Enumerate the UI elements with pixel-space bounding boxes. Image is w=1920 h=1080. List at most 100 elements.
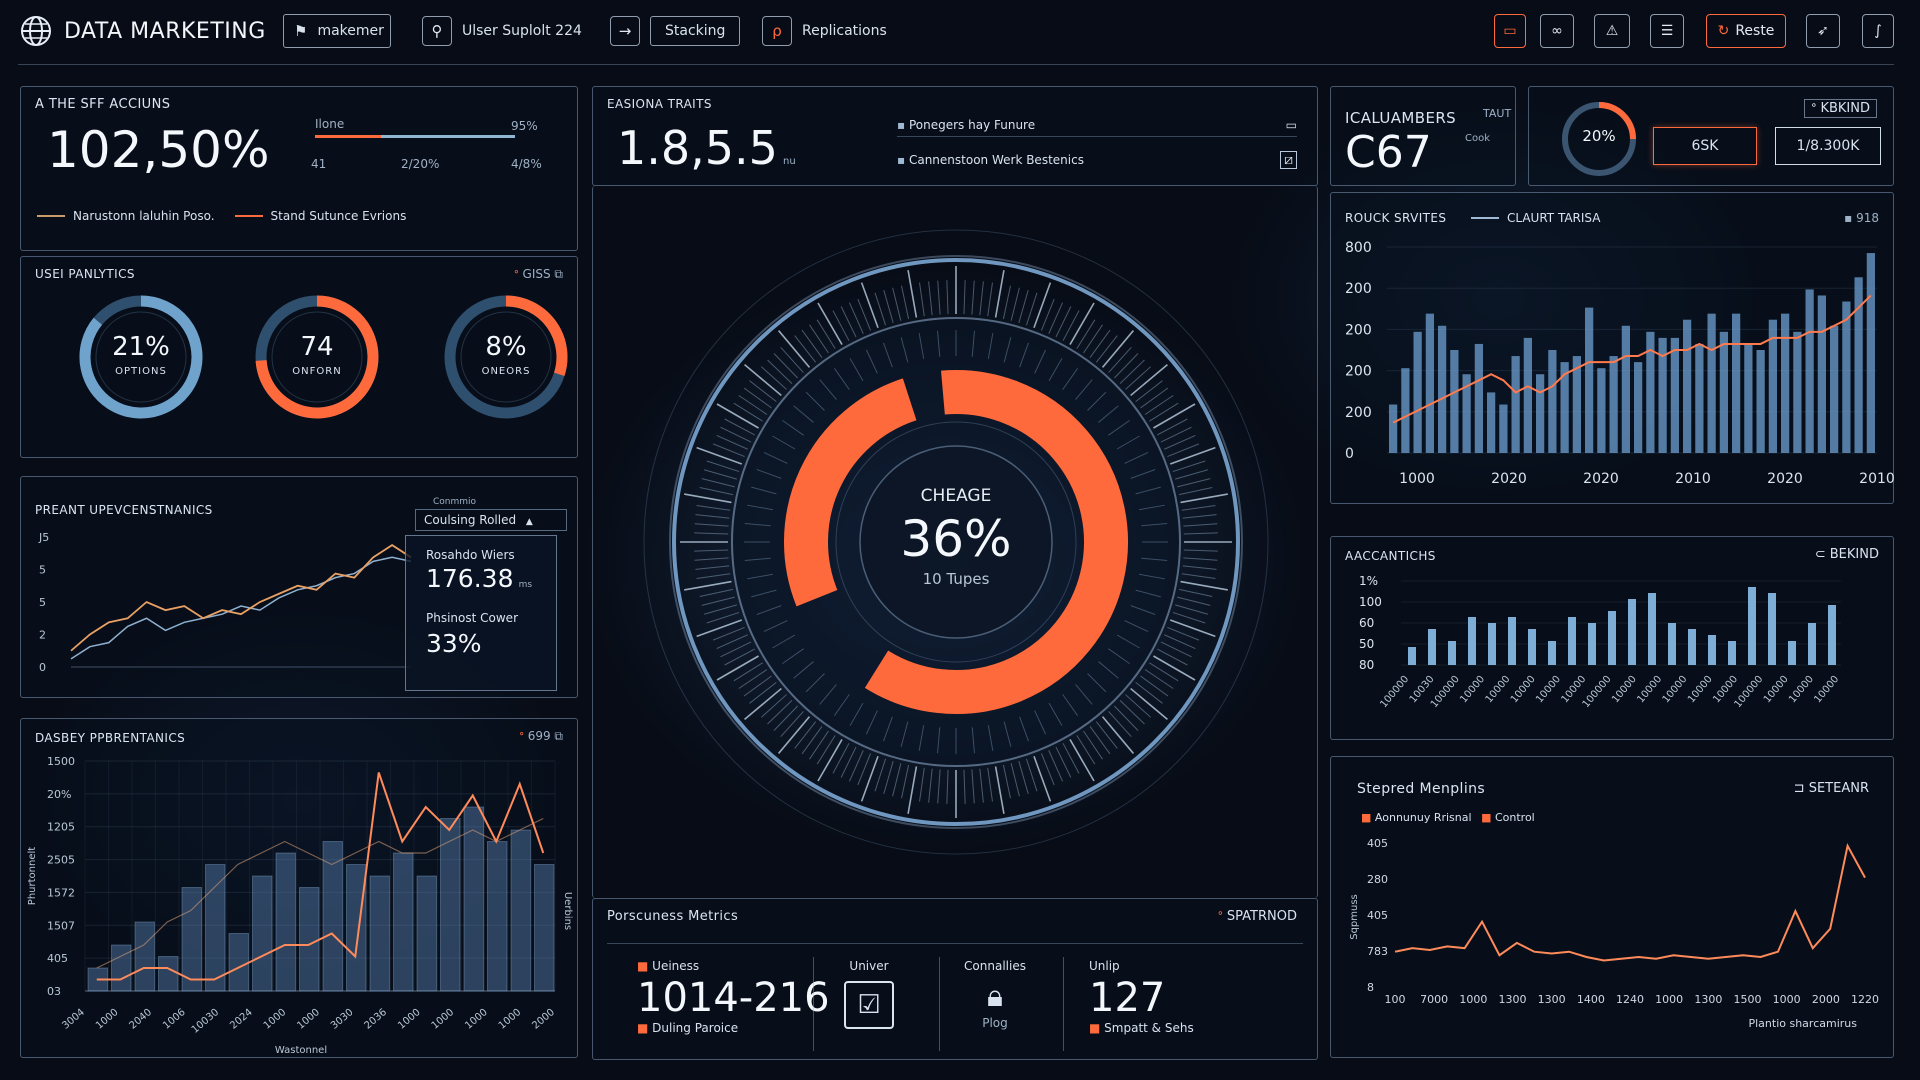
nav-item-user-support[interactable]: ⚲ Ulser Suplolt 224: [412, 14, 592, 48]
calumbers-panel: ICALUAMBERS TAUT C67 Cook: [1330, 86, 1516, 186]
tick-label: 10000: [1534, 674, 1563, 705]
gauge-tick: [901, 285, 910, 320]
bar: [228, 933, 249, 992]
list-item[interactable]: ▪ Cannenstoon Werk Bestenics ⧄: [897, 145, 1297, 175]
brand[interactable]: DATA MARKETING: [20, 15, 266, 47]
panel-header-right[interactable]: ⊐ SETEANR: [1794, 781, 1869, 796]
tick-label: 405: [1367, 909, 1388, 922]
gauge-tick: [874, 758, 887, 792]
gauge-tick: [1181, 573, 1216, 579]
ring-value: 21%: [112, 332, 170, 362]
gauge-tick: [1002, 285, 1011, 320]
gauge-tick: [720, 641, 752, 658]
gauge-tick: [892, 287, 902, 321]
gauge-tick: [1062, 310, 1080, 341]
bar: [1808, 623, 1816, 665]
tick-label: 2024: [228, 1007, 255, 1032]
gauge-tick: [724, 648, 755, 666]
metric-4: Unlip 127 ■ Smpatt & Sehs: [1089, 959, 1194, 1035]
send-icon[interactable]: ➶: [1806, 14, 1840, 48]
gauge-tick: [1108, 711, 1132, 738]
gauge-tick: [773, 353, 798, 379]
gauge-tick: [937, 769, 941, 804]
tick-label: 200: [1345, 322, 1372, 338]
panel-header-right[interactable]: ⊂ BEKIND: [1815, 547, 1879, 562]
bar: [1621, 325, 1630, 453]
gauge-tick: [1181, 505, 1216, 511]
edit-icon[interactable]: ⧄: [1280, 151, 1297, 169]
lock-icon[interactable]: 🔒︎: [945, 979, 1045, 1014]
tick-label: 200: [1345, 405, 1372, 421]
bar: [205, 864, 226, 992]
tick-label: 1400: [1577, 993, 1605, 1006]
summary-value: 176.38: [426, 564, 514, 593]
bar: [1866, 253, 1875, 453]
square-icon[interactable]: ▭: [1286, 118, 1297, 132]
nav-item-stacking[interactable]: → Stacking: [600, 14, 750, 48]
nav-label: makemer: [317, 23, 384, 39]
accantics-panel: AACCANTICHS ⊂ BEKIND 1% 100 60 50 80 100000 10…: [1330, 536, 1894, 740]
gauge-tick: [817, 302, 843, 345]
bar: [1389, 404, 1398, 453]
bar: [1768, 593, 1776, 665]
checklist-icon[interactable]: ☑: [844, 981, 894, 1029]
tick-label: J5: [38, 531, 49, 544]
gauge-tick: [684, 493, 732, 504]
bar: [393, 852, 414, 992]
bar: [1781, 313, 1790, 453]
tick-label: 2020: [1767, 471, 1803, 487]
gauge-tick: [919, 282, 925, 317]
report-icon[interactable]: ☰: [1650, 14, 1684, 48]
nav-item-makemer[interactable]: ⚑ makemer: [283, 14, 391, 48]
tick-label: 1000: [1459, 993, 1487, 1006]
bar-right-value: 95%: [511, 119, 538, 133]
summary-unit: ms: [518, 580, 533, 590]
list-item[interactable]: ▪ Ponegers hay Funure ▭: [897, 113, 1297, 137]
nav-label: Ulser Suplolt 224: [462, 23, 582, 39]
header-value: 918: [1856, 211, 1879, 225]
bar: [299, 887, 320, 992]
script-icon[interactable]: ∫: [1862, 14, 1894, 48]
gauge-tick: [809, 730, 829, 760]
legend-swatch: [37, 215, 65, 217]
metrics-header-right[interactable]: ᐤ SPATRNOD: [1218, 909, 1297, 924]
bar: [1732, 313, 1741, 453]
value-box[interactable]: 1/8.300K: [1775, 127, 1881, 165]
gauge-tick: [1182, 565, 1217, 570]
panel-title: Porscuness Metrics: [607, 909, 739, 924]
y-axis-label: Sqpmuss: [1349, 894, 1360, 940]
gauge-tick: [1140, 675, 1169, 697]
gauge-tick: [743, 675, 772, 697]
ring-caption: OPTIONS: [115, 366, 167, 377]
gauge-tick: [696, 446, 743, 465]
summary-value: 33%: [426, 629, 482, 658]
reset-button[interactable]: ↻ Reste: [1706, 14, 1786, 48]
gauge-tick: [780, 346, 804, 373]
bar: [1413, 331, 1422, 453]
tick-label: 1000: [1655, 993, 1683, 1006]
list-item-label: Ponegers hay Funure: [908, 117, 1036, 132]
bar: [1508, 617, 1516, 665]
panel-title: ICALUAMBERS: [1345, 109, 1457, 127]
range-dropdown[interactable]: Coulsing Rolled ▲: [415, 509, 567, 531]
infinity-icon[interactable]: ∞: [1540, 14, 1574, 48]
value-box[interactable]: 6SK: [1653, 127, 1757, 165]
rouck-panel: ROUCK SRVITES CLAURT TARISA ▪ 918 800 200…: [1330, 192, 1895, 504]
tablet-icon[interactable]: ▭: [1494, 14, 1526, 48]
traits-list: ▪ Ponegers hay Funure ▭ ▪ Cannenstoon We…: [897, 113, 1297, 175]
panel-header-right[interactable]: ᐤ 699 ⧉: [519, 729, 563, 744]
ring-value: 8%: [485, 332, 527, 362]
gauge-tick: [1055, 746, 1072, 778]
gauge-tick: [1010, 287, 1020, 321]
tick-label: 50: [1359, 637, 1374, 651]
list-item-label: Cannenstoon Werk Bestenics: [908, 153, 1084, 167]
badge[interactable]: ᐤ KBKIND: [1804, 99, 1877, 118]
legend-item: CLAURT TARISA: [1471, 211, 1600, 225]
nav-item-replications[interactable]: ρ Replications: [752, 14, 897, 48]
warning-icon[interactable]: ⚠: [1594, 14, 1630, 48]
predict-chart: J5 5 5 2 0: [38, 531, 412, 674]
bar: [1842, 301, 1851, 453]
gauge-tick: [946, 280, 949, 315]
globe-icon: [21, 16, 51, 46]
legend-swatch: [234, 215, 263, 217]
